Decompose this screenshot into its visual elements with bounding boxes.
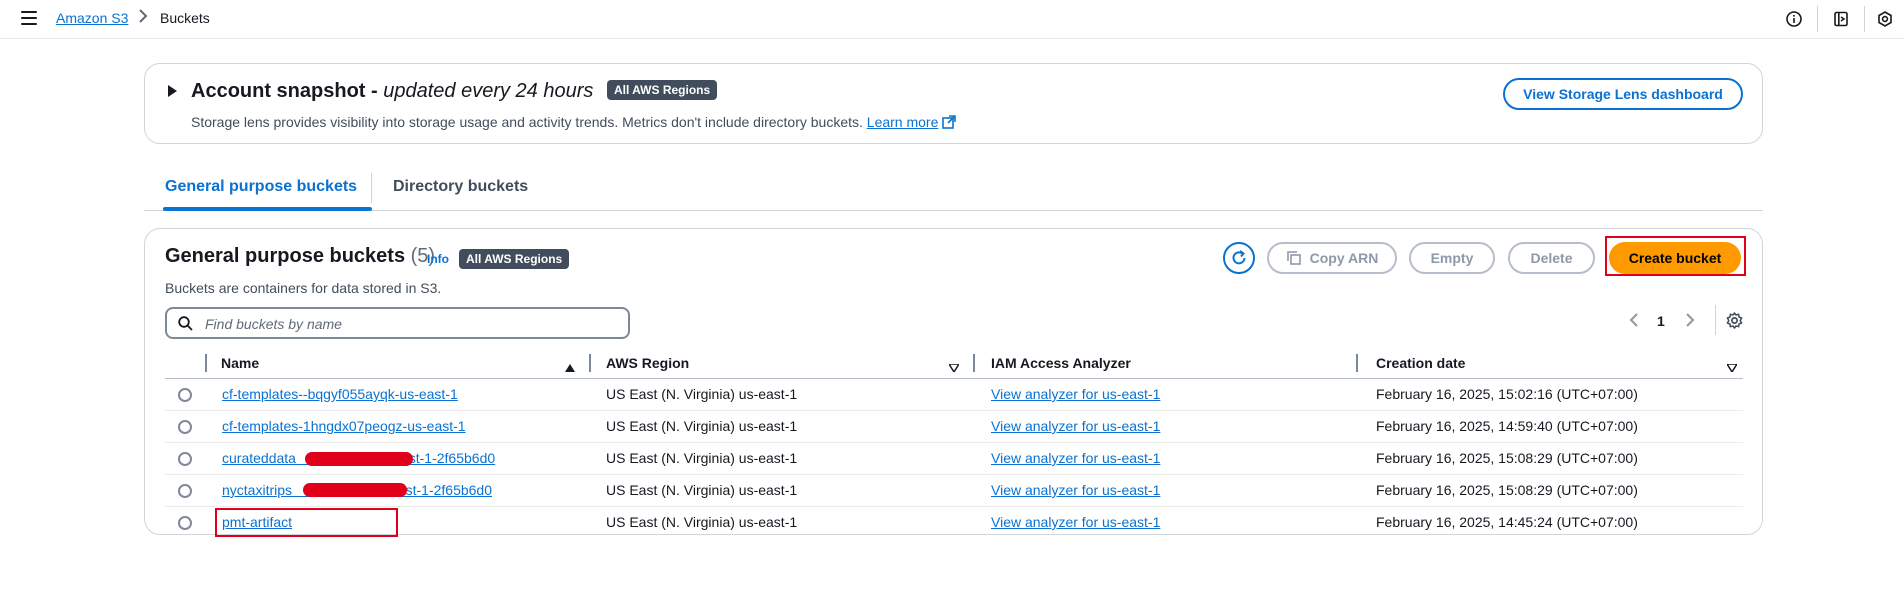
breadcrumb-current: Buckets [160, 10, 210, 26]
bucket-region: US East (N. Virginia) us-east-1 [606, 418, 798, 434]
table-row[interactable]: cf-templates--bqgyf055ayqk-us-east-1 US … [165, 379, 1743, 411]
sort-ascending-icon[interactable] [565, 359, 575, 375]
view-analyzer-link[interactable]: View analyzer for us-east-1 [991, 450, 1160, 466]
menu-hamburger-icon[interactable] [21, 11, 37, 25]
top-navigation-bar: Amazon S3 Buckets [0, 0, 1904, 39]
creation-date: February 16, 2025, 15:08:29 (UTC+07:00) [1376, 450, 1638, 466]
account-snapshot-title: Account snapshot - updated every 24 hour… [191, 80, 718, 103]
row-radio[interactable] [178, 516, 192, 530]
snapshot-description: Storage lens provides visibility into st… [191, 114, 957, 132]
bucket-region: US East (N. Virginia) us-east-1 [606, 514, 798, 530]
empty-button[interactable]: Empty [1409, 242, 1495, 274]
view-storage-lens-dashboard-button[interactable]: View Storage Lens dashboard [1503, 78, 1743, 110]
redaction-mark [303, 483, 407, 497]
column-creation-date[interactable]: Creation date [1376, 355, 1465, 371]
search-icon [178, 316, 193, 331]
table-row[interactable]: curateddata us-east-1-2f65b6d0 US East (… [165, 443, 1743, 475]
copy-arn-button[interactable]: Copy ARN [1267, 242, 1397, 274]
buckets-table: Name AWS Region IAM Access Analyzer Crea… [165, 348, 1743, 538]
pagination-next-icon[interactable] [1685, 313, 1695, 330]
table-row[interactable]: nyctaxitrips -us-east-1-2f65b6d0 US East… [165, 475, 1743, 507]
settings-gear-icon[interactable] [1875, 9, 1895, 29]
sort-descending-icon[interactable] [1725, 359, 1739, 375]
buckets-description: Buckets are containers for data stored i… [165, 280, 442, 296]
creation-date: February 16, 2025, 15:02:16 (UTC+07:00) [1376, 386, 1638, 402]
find-buckets-input[interactable] [203, 312, 622, 336]
pagination-page[interactable]: 1 [1657, 313, 1665, 329]
snapshot-subtitle: updated every 24 hours [383, 80, 594, 102]
bucket-region: US East (N. Virginia) us-east-1 [606, 386, 798, 402]
pagination-previous-icon[interactable] [1629, 313, 1639, 330]
view-analyzer-link[interactable]: View analyzer for us-east-1 [991, 386, 1160, 402]
refresh-button[interactable] [1223, 242, 1255, 274]
learn-more-link[interactable]: Learn more [867, 114, 939, 130]
table-row[interactable]: pmt-artifact US East (N. Virginia) us-ea… [165, 507, 1743, 538]
creation-date: February 16, 2025, 14:59:40 (UTC+07:00) [1376, 418, 1638, 434]
table-row[interactable]: cf-templates-1hngdx07peogz-us-east-1 US … [165, 411, 1743, 443]
create-bucket-button[interactable]: Create bucket [1609, 242, 1741, 274]
external-link-icon[interactable] [942, 115, 957, 132]
sort-descending-icon[interactable] [947, 359, 961, 375]
copy-icon [1286, 251, 1301, 265]
view-analyzer-link[interactable]: View analyzer for us-east-1 [991, 482, 1160, 498]
table-header: Name AWS Region IAM Access Analyzer Crea… [165, 348, 1743, 379]
creation-date: February 16, 2025, 14:45:24 (UTC+07:00) [1376, 514, 1638, 530]
row-radio[interactable] [178, 484, 192, 498]
bucket-region: US East (N. Virginia) us-east-1 [606, 450, 798, 466]
notes-icon[interactable] [1831, 9, 1851, 29]
bucket-region: US East (N. Virginia) us-east-1 [606, 482, 798, 498]
view-analyzer-link[interactable]: View analyzer for us-east-1 [991, 514, 1160, 530]
bucket-name-link[interactable]: cf-templates-1hngdx07peogz-us-east-1 [222, 418, 466, 434]
info-icon[interactable] [1784, 9, 1804, 29]
bucket-name-link[interactable]: cf-templates--bqgyf055ayqk-us-east-1 [222, 386, 458, 402]
column-iam-access-analyzer[interactable]: IAM Access Analyzer [991, 355, 1131, 371]
buckets-heading: General purpose buckets (5) [165, 245, 436, 267]
bucket-name-link[interactable]: pmt-artifact [222, 514, 292, 530]
general-purpose-buckets-panel: General purpose buckets (5) Info All AWS… [144, 228, 1763, 538]
redaction-mark [305, 452, 413, 466]
all-regions-badge: All AWS Regions [459, 249, 570, 269]
tab-directory-buckets[interactable]: Directory buckets [393, 178, 528, 196]
row-radio[interactable] [178, 388, 192, 402]
view-analyzer-link[interactable]: View analyzer for us-east-1 [991, 418, 1160, 434]
creation-date: February 16, 2025, 15:08:29 (UTC+07:00) [1376, 482, 1638, 498]
active-tab-indicator [163, 207, 372, 211]
breadcrumb-amazon-s3[interactable]: Amazon S3 [56, 10, 128, 26]
expand-caret-icon[interactable] [168, 85, 177, 97]
table-settings-gear-icon[interactable] [1726, 312, 1743, 332]
delete-button[interactable]: Delete [1508, 242, 1595, 274]
row-radio[interactable] [178, 420, 192, 434]
column-aws-region[interactable]: AWS Region [606, 355, 689, 371]
info-link[interactable]: Info [427, 252, 449, 266]
search-box[interactable] [165, 307, 630, 339]
row-radio[interactable] [178, 452, 192, 466]
account-snapshot-panel: Account snapshot - updated every 24 hour… [144, 63, 1763, 144]
refresh-icon [1232, 250, 1246, 265]
breadcrumb-chevron-icon [138, 9, 148, 26]
all-regions-badge: All AWS Regions [606, 80, 718, 100]
tab-general-purpose-buckets[interactable]: General purpose buckets [165, 178, 357, 196]
column-name[interactable]: Name [221, 355, 259, 371]
